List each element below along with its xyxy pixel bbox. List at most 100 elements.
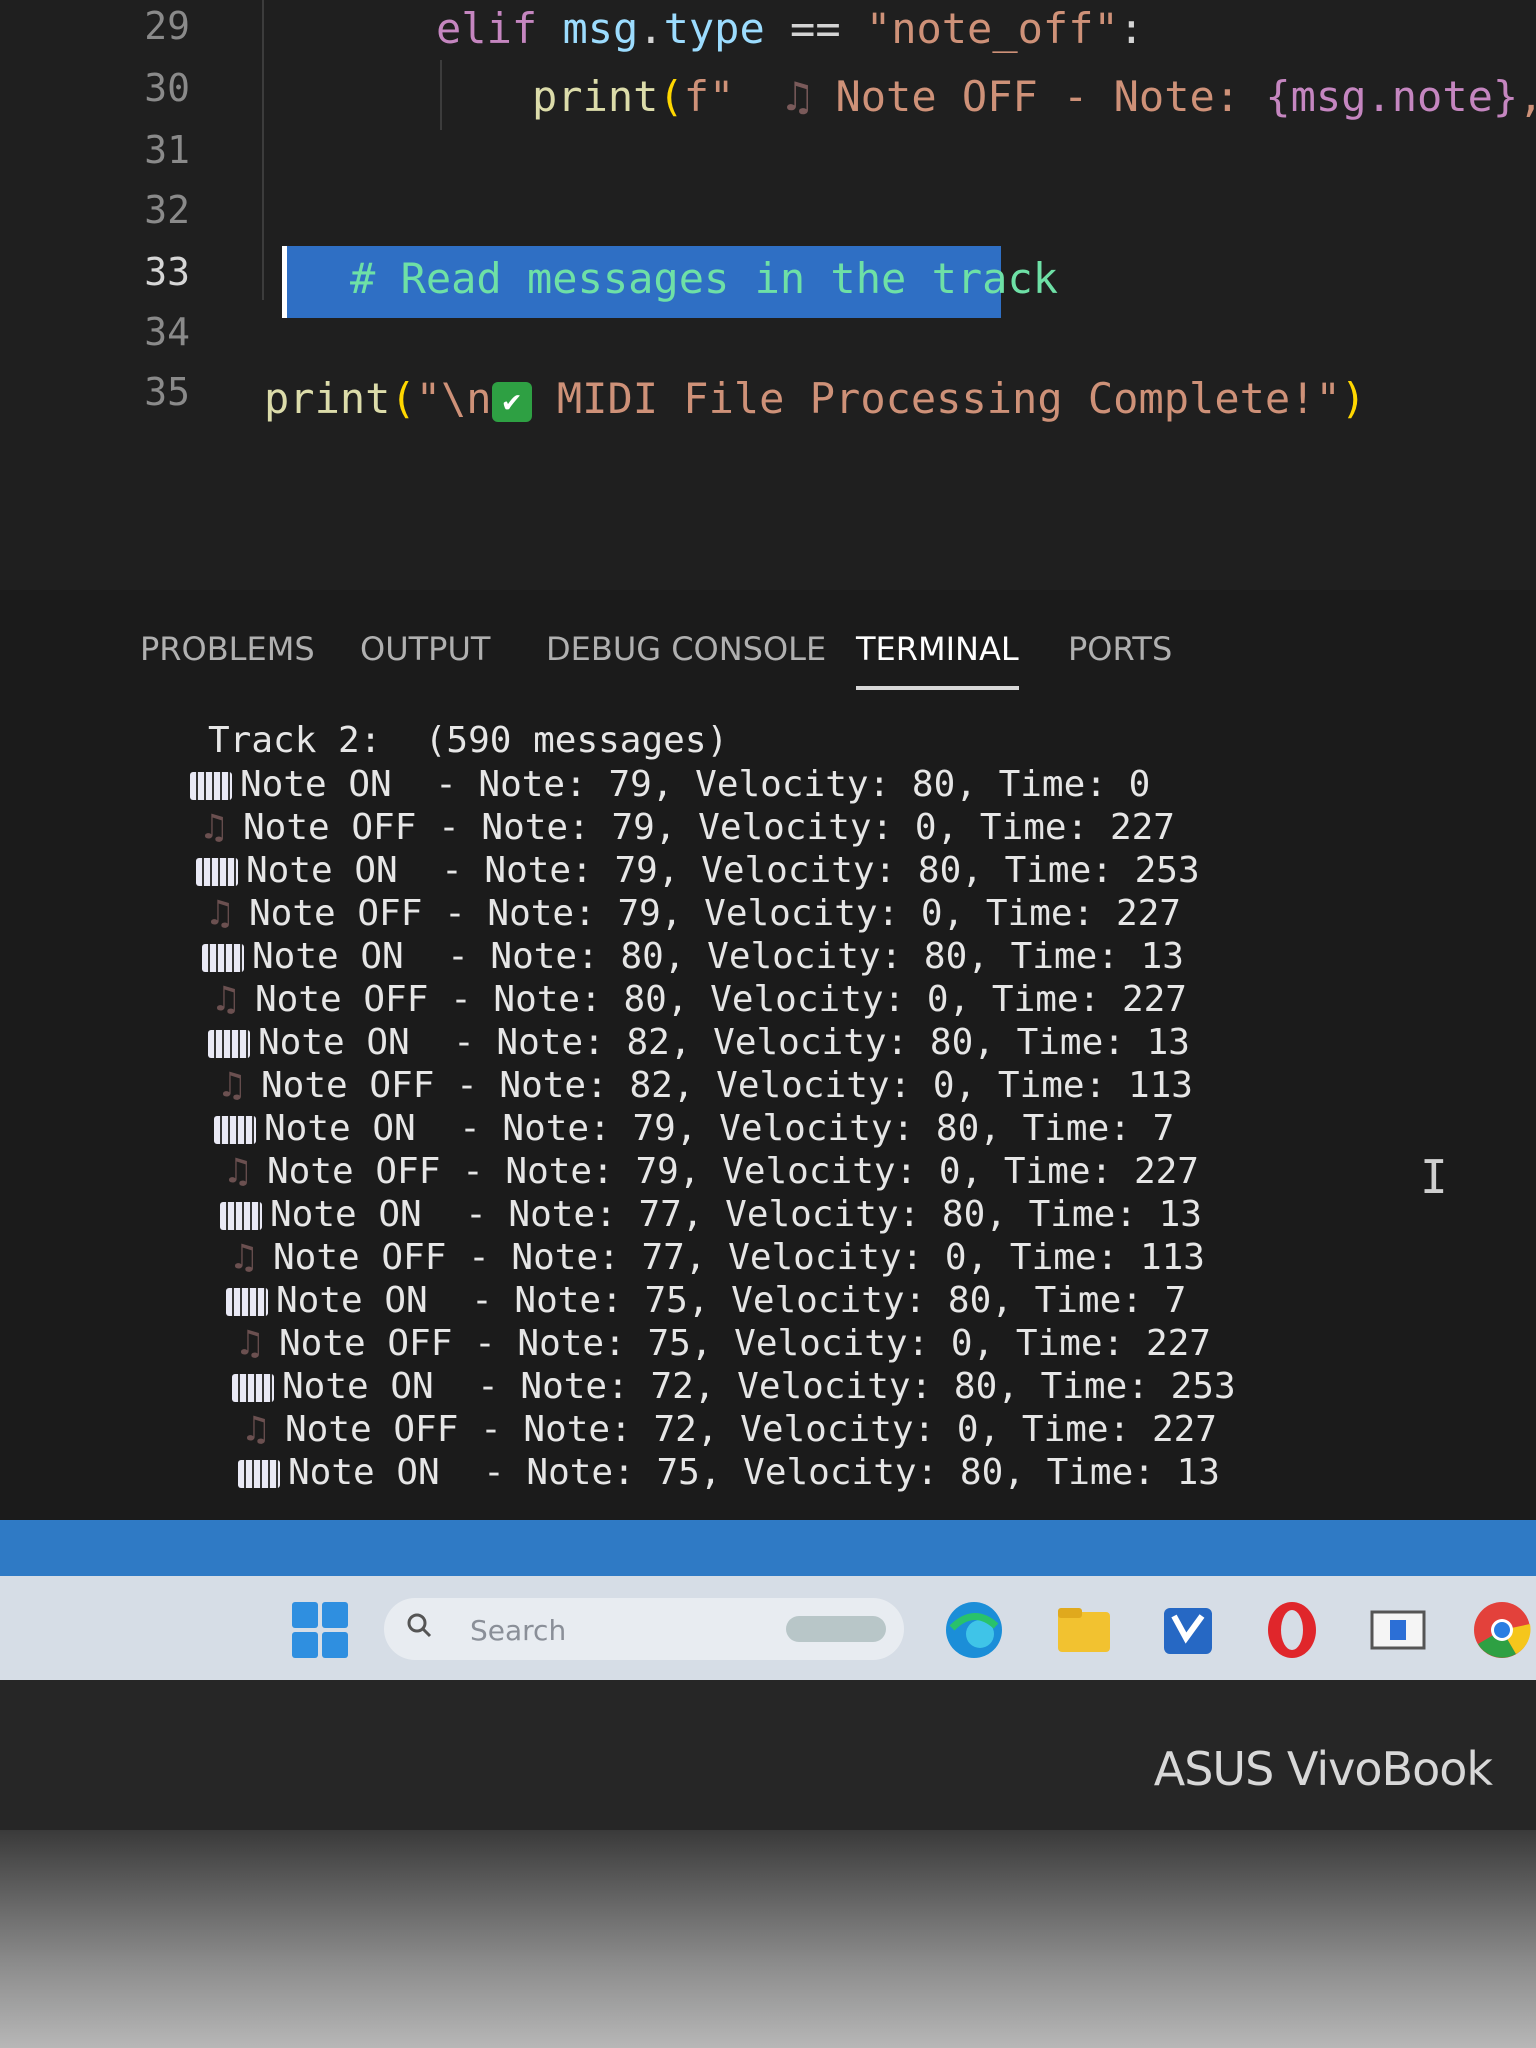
function-name: print (532, 72, 659, 121)
app-window-icon[interactable] (1366, 1598, 1430, 1662)
music-note-icon: ♫ (203, 807, 225, 848)
chrome-icon[interactable] (1470, 1598, 1534, 1662)
terminal-header: Track 2: (590 messages) (208, 720, 729, 761)
terminal-line-text: Note ON - Note: 79, Velocity: 80, Time: … (264, 1108, 1175, 1149)
terminal-line: Note ON - Note: 80, Velocity: 80, Time: … (202, 936, 1184, 977)
terminal-line: ♫ Note OFF - Note: 80, Velocity: 0, Time:… (205, 979, 1187, 1020)
store-icon[interactable] (1156, 1598, 1220, 1662)
terminal-line-text: Note OFF - Note: 79, Velocity: 0, Time: … (267, 1151, 1199, 1192)
line-number: 32 (144, 188, 190, 232)
terminal-line: Note ON - Note: 79, Velocity: 80, Time: … (190, 764, 1150, 805)
terminal-line: ♫ Note OFF - Note: 79, Velocity: 0, Time:… (217, 1151, 1199, 1192)
terminal-line: Note ON - Note: 77, Velocity: 80, Time: … (220, 1194, 1202, 1235)
operator: : (1118, 4, 1145, 53)
laptop-screen: 29 30 31 32 33 34 35 elif msg.type == "n… (0, 0, 1536, 1680)
indent-guide (440, 60, 442, 130)
terminal-line-text: Note ON - Note: 72, Velocity: 80, Time: … (282, 1366, 1236, 1407)
string-prefix: f" (683, 72, 735, 121)
piano-icon (226, 1288, 268, 1316)
piano-icon (208, 1030, 250, 1058)
terminal-line-text: Note OFF - Note: 82, Velocity: 0, Time: … (261, 1065, 1193, 1106)
line-number: 34 (144, 310, 190, 354)
terminal-line-text: Note ON - Note: 80, Velocity: 80, Time: … (252, 936, 1184, 977)
string: "note_off" (865, 4, 1119, 53)
laptop-bezel: ASUS VivoBook (0, 1680, 1536, 1830)
music-note-icon: ♫ (233, 1237, 255, 1278)
line-number: 31 (144, 128, 190, 172)
music-note-icon: ♫ (227, 1151, 249, 1192)
windows-taskbar: Search (0, 1576, 1536, 1680)
terminal-line: Note ON - Note: 75, Velocity: 80, Time: … (238, 1452, 1220, 1493)
function-name: print (264, 374, 391, 423)
line-number: 33 (144, 250, 190, 294)
terminal-line: Note ON - Note: 82, Velocity: 80, Time: … (208, 1022, 1190, 1063)
terminal-line: ♫ Note OFF - Note: 79, Velocity: 0, Time:… (199, 893, 1181, 934)
code-editor[interactable]: 29 30 31 32 33 34 35 elif msg.type == "n… (0, 0, 1536, 590)
line-number: 29 (144, 4, 190, 48)
piano-icon (232, 1374, 274, 1402)
music-note-icon: ♫ (221, 1065, 243, 1106)
terminal-line-text: Note OFF - Note: 77, Velocity: 0, Time: … (273, 1237, 1205, 1278)
string: MIDI File Processing Complete!" (531, 374, 1341, 423)
music-note-icon: ♫ (784, 72, 811, 121)
terminal-line: ♫ Note OFF - Note: 79, Velocity: 0, Time:… (193, 807, 1175, 848)
terminal-line: ♫ Note OFF - Note: 77, Velocity: 0, Time:… (223, 1237, 1205, 1278)
status-bar (0, 1520, 1536, 1576)
terminal-line-text: Note ON - Note: 75, Velocity: 80, Time: … (276, 1280, 1187, 1321)
search-placeholder: Search (470, 1614, 567, 1647)
operator: . (638, 4, 664, 53)
terminal-line-text: Note OFF - Note: 79, Velocity: 0, Time: … (243, 807, 1175, 848)
terminal-line: ♫ Note OFF - Note: 75, Velocity: 0, Time:… (229, 1323, 1211, 1364)
terminal-line-text: Note OFF - Note: 72, Velocity: 0, Time: … (285, 1409, 1217, 1450)
terminal-line: Note ON - Note: 79, Velocity: 80, Time: … (196, 850, 1200, 891)
piano-icon (196, 858, 238, 886)
string: , V (1518, 72, 1536, 121)
variable: type (663, 4, 765, 53)
laptop-hinge (0, 1830, 1536, 2048)
terminal-line: Note ON - Note: 79, Velocity: 80, Time: … (214, 1108, 1174, 1149)
tab-ports[interactable]: PORTS (1068, 630, 1172, 668)
text-cursor-icon: I (1420, 1150, 1448, 1204)
piano-icon (214, 1116, 256, 1144)
taskbar-search[interactable]: Search (384, 1598, 904, 1660)
indent-guide (262, 0, 264, 300)
terminal-line-text: Note ON - Note: 75, Velocity: 80, Time: … (288, 1452, 1220, 1493)
tab-output[interactable]: OUTPUT (360, 630, 490, 668)
string: Note OFF - Note: (810, 72, 1266, 121)
music-note-icon: ♫ (245, 1409, 267, 1450)
paren: ) (1340, 374, 1367, 423)
keyword: elif (436, 4, 563, 53)
terminal-line: Note ON - Note: 72, Velocity: 80, Time: … (232, 1366, 1236, 1407)
code-line-29: elif msg.type == "note_off": (436, 4, 1144, 53)
brand-logo: ASUS VivoBook (1153, 1742, 1493, 1796)
terminal-line-text: Note OFF - Note: 75, Velocity: 0, Time: … (279, 1323, 1211, 1364)
terminal-line-text: Note ON - Note: 79, Velocity: 80, Time: … (240, 764, 1151, 805)
terminal-line-text: Note ON - Note: 82, Velocity: 80, Time: … (258, 1022, 1190, 1063)
opera-icon[interactable] (1260, 1598, 1324, 1662)
edge-icon[interactable] (942, 1598, 1006, 1662)
interpolation: {msg.note} (1265, 72, 1519, 121)
paren: ( (658, 72, 684, 121)
windows-start-icon[interactable] (292, 1602, 348, 1658)
file-explorer-icon[interactable] (1052, 1598, 1116, 1662)
piano-icon (238, 1460, 280, 1488)
search-highlight-widget[interactable] (786, 1616, 886, 1642)
piano-icon (202, 944, 244, 972)
tab-problems[interactable]: PROBLEMS (140, 630, 315, 668)
terminal-line: ♫ Note OFF - Note: 82, Velocity: 0, Time:… (211, 1065, 1193, 1106)
terminal-line-text: Note OFF - Note: 79, Velocity: 0, Time: … (249, 893, 1181, 934)
terminal-line-text: Note OFF - Note: 80, Velocity: 0, Time: … (255, 979, 1187, 1020)
paren: ( (390, 374, 416, 423)
tab-debug-console[interactable]: DEBUG CONSOLE (546, 630, 826, 668)
operator: == (764, 4, 866, 53)
terminal-line-text: Note ON - Note: 79, Velocity: 80, Time: … (246, 850, 1200, 891)
variable: msg (562, 4, 639, 53)
check-mark-icon: ✔ (491, 381, 532, 422)
music-note-icon: ♫ (209, 893, 231, 934)
tab-terminal[interactable]: TERMINAL (856, 630, 1019, 690)
music-note-icon: ♫ (215, 979, 237, 1020)
bottom-panel: PROBLEMS OUTPUT DEBUG CONSOLE TERMINAL P… (0, 590, 1536, 1520)
code-line-35: print("\n ✔ MIDI File Processing Complete… (264, 374, 1366, 423)
line-number: 30 (144, 66, 190, 110)
piano-icon (190, 772, 232, 800)
